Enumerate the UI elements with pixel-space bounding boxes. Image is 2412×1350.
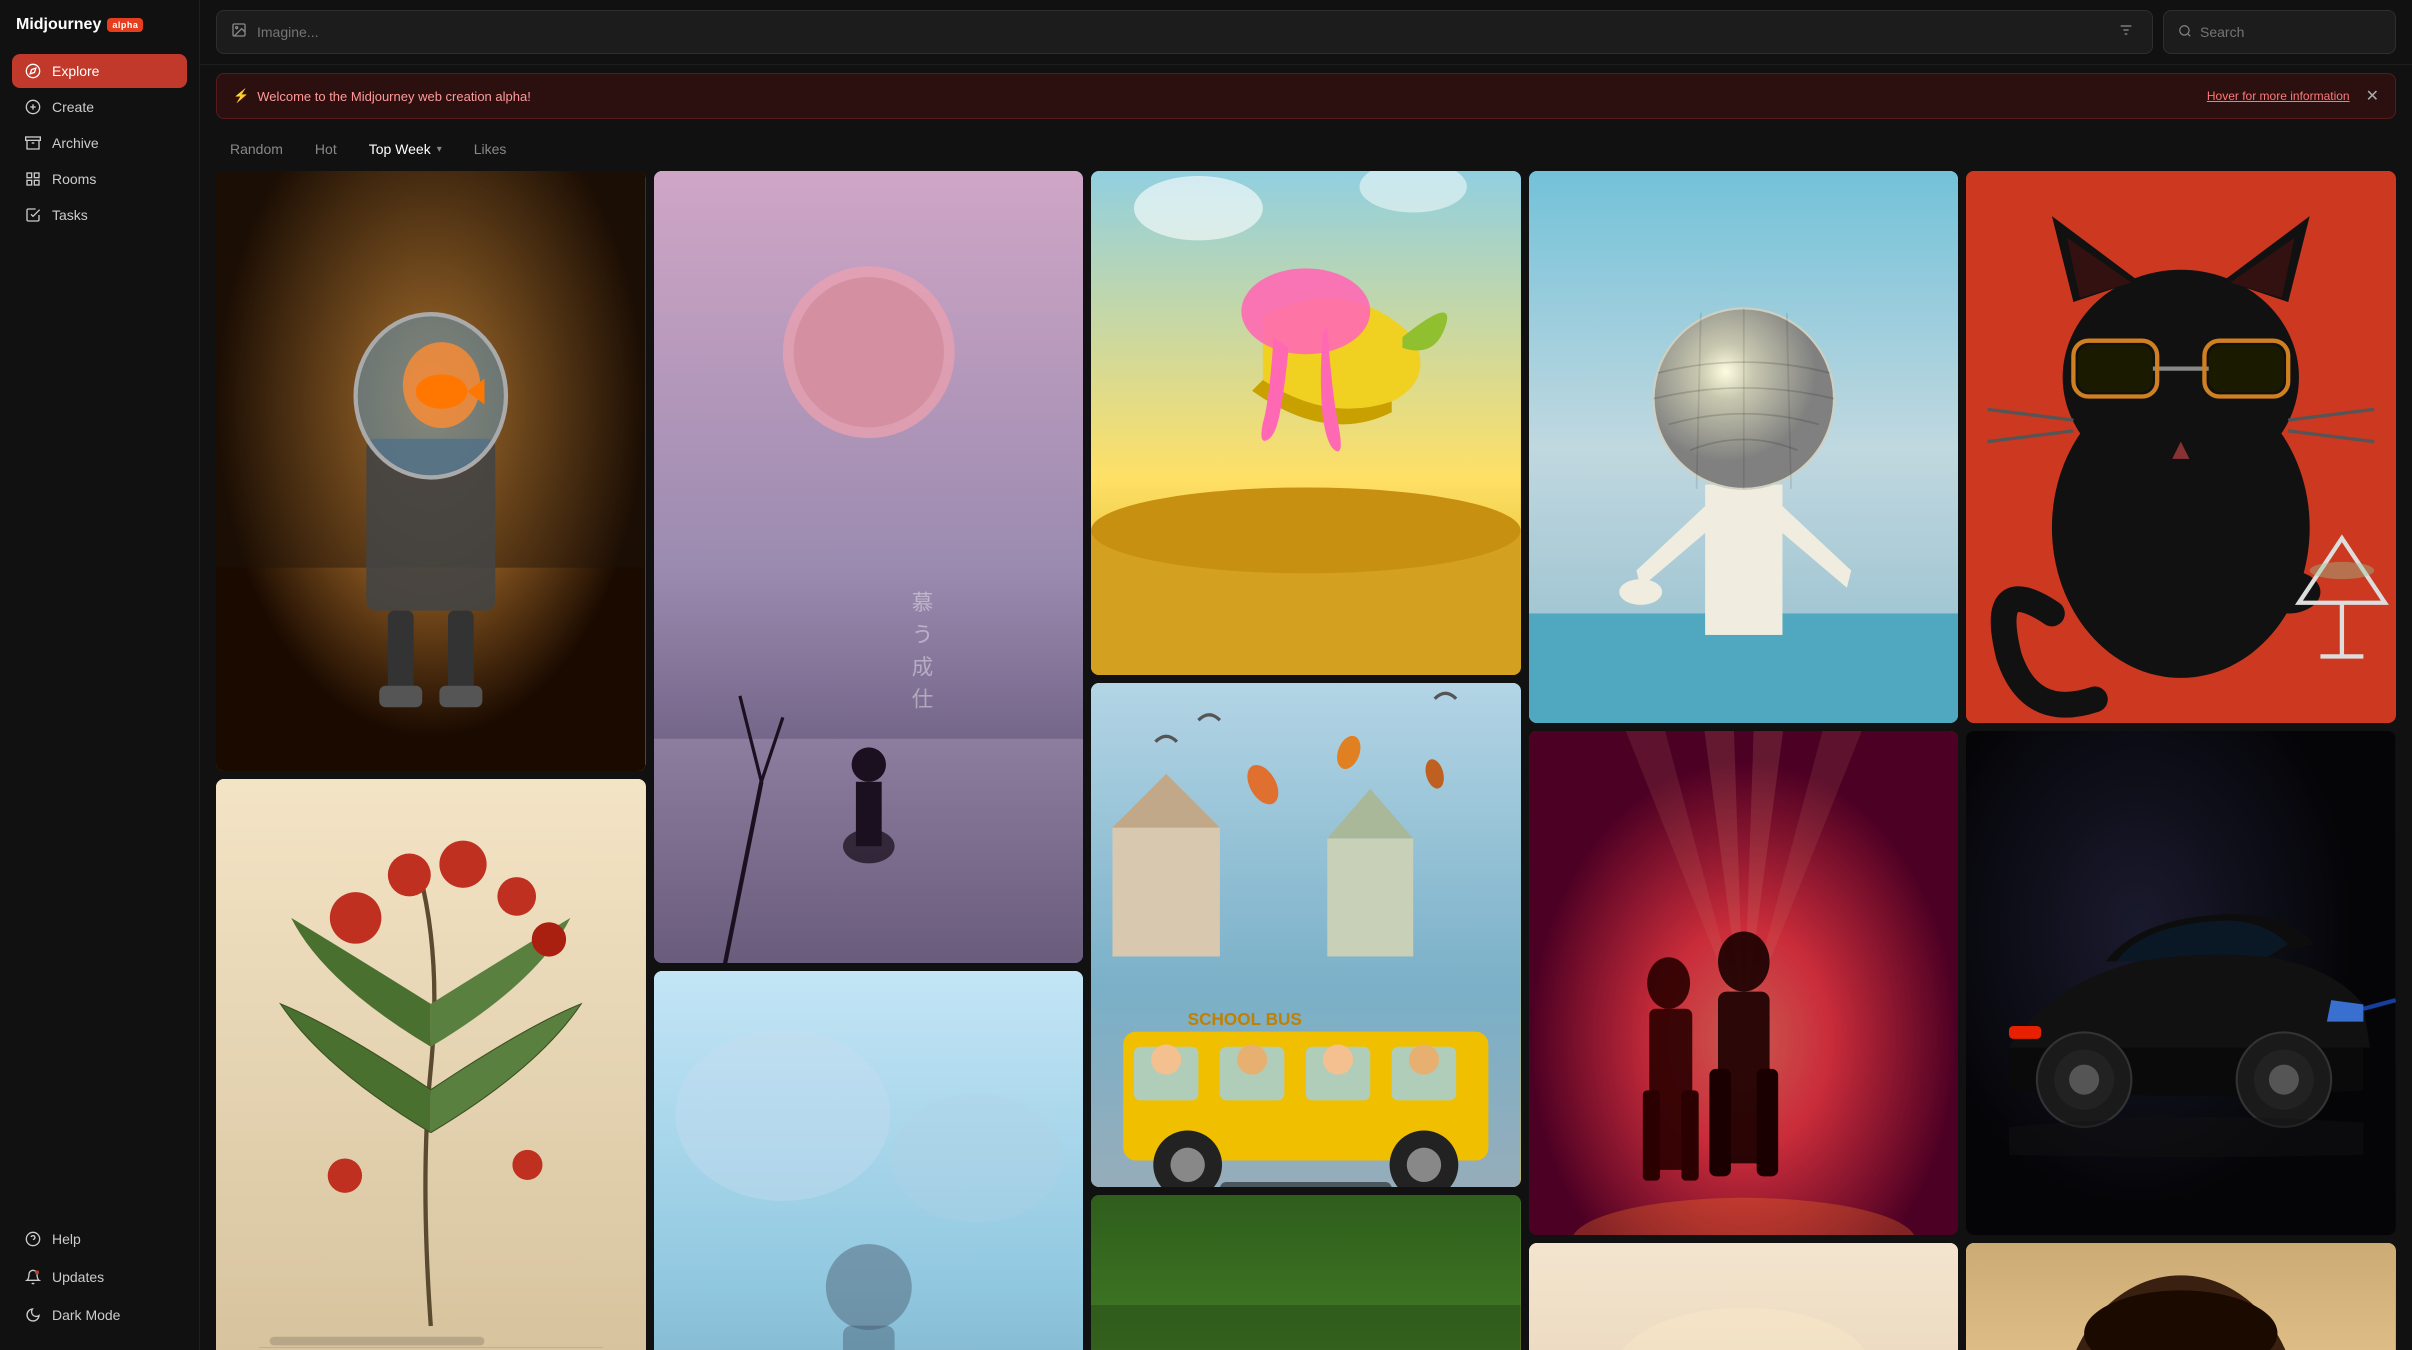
logo-text: Midjourney bbox=[16, 16, 101, 34]
sidebar-item-explore-label: Explore bbox=[52, 63, 99, 79]
sidebar-item-help[interactable]: Help bbox=[12, 1222, 187, 1256]
sidebar-item-create[interactable]: Create bbox=[12, 90, 187, 124]
archive-icon bbox=[24, 134, 42, 152]
image-icon bbox=[231, 22, 247, 43]
gallery-item[interactable] bbox=[1966, 731, 2396, 1235]
search-icon bbox=[2178, 24, 2192, 41]
main-content: ⚡ Welcome to the Midjourney web creation… bbox=[200, 0, 2412, 1350]
sidebar: Midjourney alpha Explore Create bbox=[0, 0, 200, 1350]
svg-text:成: 成 bbox=[911, 655, 932, 679]
compass-icon bbox=[24, 62, 42, 80]
gallery-item[interactable] bbox=[1091, 171, 1521, 675]
sidebar-item-archive-label: Archive bbox=[52, 135, 99, 151]
sidebar-item-rooms-label: Rooms bbox=[52, 171, 96, 187]
logo-alpha: alpha bbox=[107, 18, 143, 32]
sidebar-item-help-label: Help bbox=[52, 1231, 81, 1247]
gallery-item[interactable] bbox=[1529, 1243, 1959, 1350]
tasks-icon bbox=[24, 206, 42, 224]
banner-right: Hover for more information ✕ bbox=[2207, 86, 2379, 106]
sidebar-item-dark-mode[interactable]: Dark Mode bbox=[12, 1298, 187, 1332]
tab-likes[interactable]: Likes bbox=[460, 135, 521, 163]
topbar bbox=[200, 0, 2412, 65]
gallery-item[interactable] bbox=[216, 171, 646, 771]
sidebar-item-archive[interactable]: Archive bbox=[12, 126, 187, 160]
sidebar-item-tasks[interactable]: Tasks bbox=[12, 198, 187, 232]
filter-button[interactable] bbox=[2114, 18, 2138, 47]
gallery-item[interactable] bbox=[1529, 731, 1959, 1235]
sidebar-item-dark-mode-label: Dark Mode bbox=[52, 1307, 120, 1323]
sidebar-item-updates-label: Updates bbox=[52, 1269, 104, 1285]
gallery-item[interactable]: 慕 う 成 仕 bbox=[654, 171, 1084, 963]
sidebar-item-updates[interactable]: Updates bbox=[12, 1260, 187, 1294]
banner-message: Welcome to the Midjourney web creation a… bbox=[257, 89, 531, 104]
sidebar-item-explore[interactable]: Explore bbox=[12, 54, 187, 88]
banner-icon: ⚡ bbox=[233, 88, 249, 104]
tabs-bar: Random Hot Top Week ▾ Likes bbox=[200, 127, 2412, 171]
svg-text:慕: 慕 bbox=[911, 591, 932, 615]
rooms-icon bbox=[24, 170, 42, 188]
sidebar-bottom: Help Updates Dark Mode bbox=[12, 1222, 187, 1334]
svg-text:仕: 仕 bbox=[911, 688, 932, 712]
announcement-banner: ⚡ Welcome to the Midjourney web creation… bbox=[216, 73, 2396, 119]
gallery-item[interactable]: SCHOOL BUS INUTE bbox=[1091, 683, 1521, 1187]
tab-top-week[interactable]: Top Week ▾ bbox=[355, 135, 456, 163]
banner-close-button[interactable]: ✕ bbox=[2366, 86, 2379, 106]
gallery-item[interactable] bbox=[1966, 1243, 2396, 1350]
gallery-item[interactable] bbox=[654, 971, 1084, 1350]
search-input[interactable] bbox=[2200, 24, 2381, 40]
gallery-item[interactable] bbox=[1966, 171, 2396, 723]
help-icon bbox=[24, 1230, 42, 1248]
logo: Midjourney alpha bbox=[12, 16, 187, 34]
gallery-item[interactable] bbox=[216, 779, 646, 1350]
sidebar-item-create-label: Create bbox=[52, 99, 94, 115]
svg-text:う: う bbox=[911, 623, 932, 647]
chevron-down-icon: ▾ bbox=[437, 144, 442, 155]
imagine-bar bbox=[216, 10, 2153, 54]
svg-text:SCHOOL BUS: SCHOOL BUS bbox=[1188, 1009, 1302, 1029]
updates-icon bbox=[24, 1268, 42, 1286]
create-icon bbox=[24, 98, 42, 116]
sidebar-item-tasks-label: Tasks bbox=[52, 207, 88, 223]
gallery-item[interactable] bbox=[1091, 1195, 1521, 1350]
gallery-item[interactable] bbox=[1529, 171, 1959, 723]
imagine-input[interactable] bbox=[257, 24, 2104, 40]
tab-hot[interactable]: Hot bbox=[301, 135, 351, 163]
dark-mode-icon bbox=[24, 1306, 42, 1324]
sidebar-item-rooms[interactable]: Rooms bbox=[12, 162, 187, 196]
search-bar bbox=[2163, 10, 2396, 54]
banner-left: ⚡ Welcome to the Midjourney web creation… bbox=[233, 88, 531, 104]
tab-random[interactable]: Random bbox=[216, 135, 297, 163]
banner-hover-link[interactable]: Hover for more information bbox=[2207, 89, 2350, 103]
gallery: 慕 う 成 仕 bbox=[200, 171, 2412, 1350]
masonry-grid: 慕 う 成 仕 bbox=[216, 171, 2396, 1350]
